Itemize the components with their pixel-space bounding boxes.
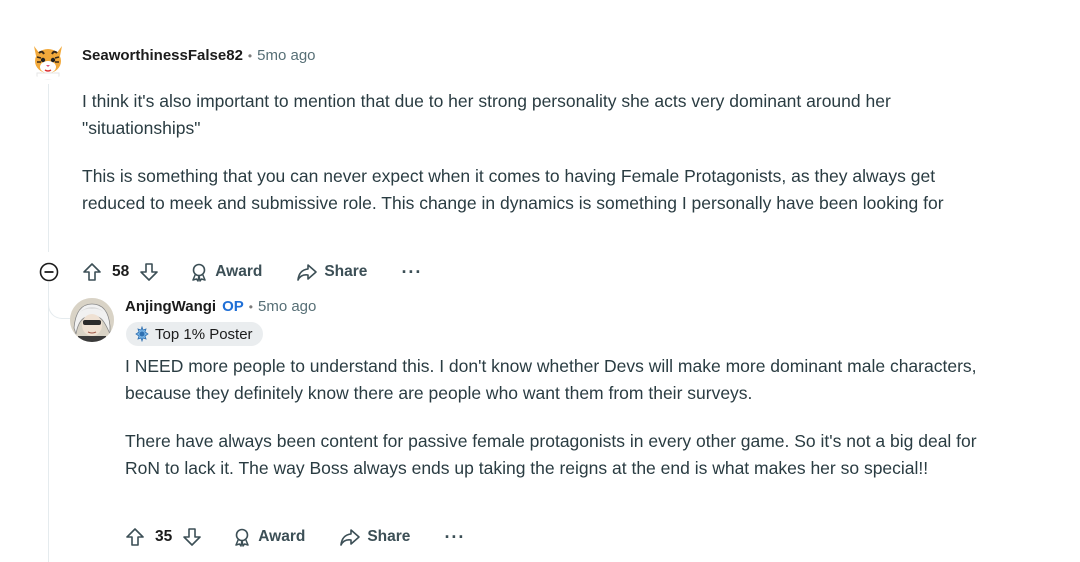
user-flair: Top 1% Poster — [126, 322, 263, 346]
more-options-button[interactable]: ··· — [401, 263, 422, 281]
award-label: Award — [215, 263, 263, 280]
award-icon — [235, 528, 249, 547]
separator-dot: • — [247, 48, 253, 63]
comment-body: I think it's also important to mention t… — [82, 88, 1002, 238]
comment-actions: 35 Award Share ··· — [125, 524, 465, 550]
share-label: Share — [367, 528, 411, 545]
upvote-button[interactable] — [125, 527, 145, 547]
comment-paragraph: I NEED more people to understand this. I… — [125, 356, 977, 403]
downvote-icon — [183, 528, 202, 546]
share-button[interactable]: Share — [339, 527, 410, 547]
username[interactable]: AnjingWangi — [125, 298, 216, 315]
more-options-icon: ··· — [401, 262, 423, 282]
username[interactable]: SeaworthinessFalse82 — [82, 47, 243, 64]
upvote-icon — [126, 528, 144, 546]
upvote-button[interactable] — [82, 262, 102, 282]
award-icon — [192, 263, 206, 282]
comment-paragraph: This is something that you can never exp… — [82, 166, 944, 213]
flair-label: Top 1% Poster — [155, 325, 253, 343]
comment-header: AnjingWangi OP • 5mo ago — [125, 298, 316, 315]
collapse-minus-icon — [39, 262, 59, 282]
downvote-icon — [140, 263, 159, 281]
comment-header: SeaworthinessFalse82 • 5mo ago — [82, 47, 316, 64]
op-badge: OP — [222, 298, 244, 315]
award-button[interactable]: Award — [189, 262, 262, 282]
more-options-icon: ··· — [444, 527, 466, 547]
timestamp[interactable]: 5mo ago — [257, 47, 315, 64]
avatar[interactable] — [28, 40, 68, 80]
upvote-icon — [83, 263, 101, 281]
anime-character-avatar-icon — [70, 298, 114, 342]
comment-paragraph: I think it's also important to mention t… — [82, 91, 891, 138]
share-button[interactable]: Share — [296, 262, 367, 282]
thread-branch — [48, 282, 71, 319]
avatar[interactable] — [70, 298, 114, 342]
separator-dot: • — [248, 299, 253, 314]
comment-body: I NEED more people to understand this. I… — [125, 353, 1005, 503]
collapse-thread-button[interactable] — [39, 262, 59, 282]
award-button[interactable]: Award — [232, 527, 305, 547]
tiger-avatar-icon — [28, 40, 68, 80]
thread-line[interactable] — [48, 84, 49, 252]
downvote-button[interactable] — [139, 262, 159, 282]
more-options-button[interactable]: ··· — [444, 528, 465, 546]
downvote-button[interactable] — [182, 527, 202, 547]
comment-paragraph: There have always been content for passi… — [125, 431, 977, 478]
comment-actions: 58 Award Share ··· — [82, 259, 422, 285]
vote-count: 35 — [155, 528, 173, 545]
share-icon — [297, 264, 318, 281]
comment-thread: SeaworthinessFalse82 • 5mo ago I think i… — [0, 0, 1080, 562]
timestamp[interactable]: 5mo ago — [258, 298, 316, 315]
poster-flair-icon — [134, 326, 150, 342]
vote-count: 58 — [112, 263, 130, 280]
thread-line[interactable] — [48, 288, 49, 562]
award-label: Award — [258, 528, 306, 545]
share-icon — [340, 529, 361, 546]
share-label: Share — [324, 263, 368, 280]
